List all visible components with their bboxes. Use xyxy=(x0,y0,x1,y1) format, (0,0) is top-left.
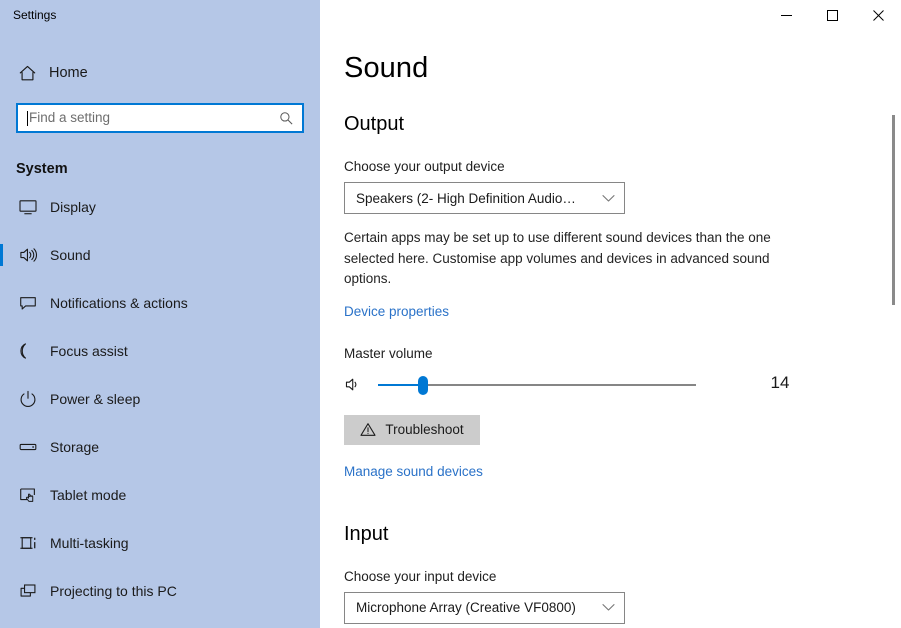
sidebar-item-tablet-mode[interactable]: Tablet mode xyxy=(0,471,320,519)
close-button[interactable] xyxy=(855,0,901,31)
volume-value: 14 xyxy=(770,372,790,392)
settings-window: Settings Home Find a setting System Disp… xyxy=(0,0,901,628)
search-input[interactable]: Find a setting xyxy=(16,103,304,133)
maximize-button[interactable] xyxy=(809,0,855,31)
search-icon xyxy=(279,111,294,126)
sidebar-item-label: Projecting to this PC xyxy=(50,583,177,599)
output-device-value: Speakers (2- High Definition Audio… xyxy=(356,190,576,206)
multitask-icon xyxy=(16,531,40,555)
output-device-label: Choose your output device xyxy=(344,159,505,174)
sidebar-nav: Display Sound Notifications & actions Fo… xyxy=(0,183,320,615)
output-description: Certain apps may be set up to use differ… xyxy=(344,230,771,286)
volume-slider[interactable] xyxy=(378,373,696,397)
tablet-hand-icon xyxy=(16,483,40,507)
warning-triangle-icon xyxy=(360,422,376,437)
input-device-value: Microphone Array (Creative VF0800) xyxy=(356,600,576,615)
input-section-heading: Input xyxy=(344,522,389,545)
close-icon xyxy=(872,10,884,21)
sidebar-section-title: System xyxy=(16,161,68,177)
sidebar-item-sound[interactable]: Sound xyxy=(0,231,320,279)
chevron-down-icon xyxy=(602,603,615,612)
search-placeholder: Find a setting xyxy=(29,111,111,125)
troubleshoot-button[interactable]: Troubleshoot xyxy=(344,414,480,445)
power-icon xyxy=(16,387,40,411)
comment-icon xyxy=(16,291,40,315)
sidebar: Home Find a setting System Display Sound… xyxy=(0,0,320,628)
sidebar-item-label: Focus assist xyxy=(50,343,128,359)
input-device-label: Choose your input device xyxy=(344,568,497,584)
home-icon xyxy=(16,62,38,84)
master-volume-label: Master volume xyxy=(344,345,433,361)
window-title: Settings xyxy=(13,8,57,22)
slider-thumb[interactable] xyxy=(418,375,428,395)
sidebar-item-label: Power & sleep xyxy=(50,391,141,407)
main-content: Sound Output Choose your output device S… xyxy=(320,0,901,628)
speaker-icon[interactable] xyxy=(344,375,366,394)
sidebar-item-label: Sound xyxy=(50,247,91,263)
manage-sound-devices-link[interactable]: Manage sound devices xyxy=(344,464,483,479)
scrollbar-thumb[interactable] xyxy=(892,115,895,305)
minimize-button[interactable] xyxy=(763,0,809,31)
sidebar-item-multi-tasking[interactable]: Multi-tasking xyxy=(0,519,320,567)
project-screen-icon xyxy=(16,579,40,603)
maximize-icon xyxy=(826,10,838,21)
sidebar-item-label: Tablet mode xyxy=(50,487,127,503)
sidebar-item-home[interactable]: Home xyxy=(0,56,320,90)
sidebar-item-label: Notifications & actions xyxy=(50,295,188,311)
sidebar-item-storage[interactable]: Storage xyxy=(0,423,320,471)
selection-indicator xyxy=(0,244,3,266)
search-field-wrapper: Find a setting xyxy=(16,103,304,133)
drive-icon xyxy=(16,435,40,459)
scrollbar[interactable] xyxy=(885,32,901,628)
sidebar-item-display[interactable]: Display xyxy=(0,183,320,231)
output-section-heading: Output xyxy=(344,113,405,135)
sidebar-item-label: Display xyxy=(50,199,96,215)
sidebar-home-label: Home xyxy=(49,65,88,81)
chevron-down-icon xyxy=(602,194,615,203)
monitor-icon xyxy=(16,195,40,219)
speaker-icon xyxy=(16,243,40,267)
sidebar-item-label: Multi-tasking xyxy=(50,535,129,551)
input-device-select[interactable]: Microphone Array (Creative VF0800) xyxy=(344,591,625,624)
slider-fill xyxy=(378,383,423,386)
output-device-select[interactable]: Speakers (2- High Definition Audio… xyxy=(344,182,625,214)
device-properties-link[interactable]: Device properties xyxy=(344,304,449,319)
moon-icon xyxy=(16,339,40,363)
text-caret xyxy=(27,110,28,126)
sidebar-item-notifications-actions[interactable]: Notifications & actions xyxy=(0,279,320,327)
sidebar-item-label: Storage xyxy=(50,439,100,455)
minimize-icon xyxy=(780,15,792,16)
sidebar-item-projecting-to-this-pc[interactable]: Projecting to this PC xyxy=(0,567,320,615)
window-controls xyxy=(763,0,901,31)
page-title: Sound xyxy=(344,52,429,84)
sidebar-item-focus-assist[interactable]: Focus assist xyxy=(0,327,320,375)
master-volume-slider-row: 14 xyxy=(344,373,804,397)
troubleshoot-label: Troubleshoot xyxy=(385,422,464,437)
sidebar-item-power-sleep[interactable]: Power & sleep xyxy=(0,375,320,423)
